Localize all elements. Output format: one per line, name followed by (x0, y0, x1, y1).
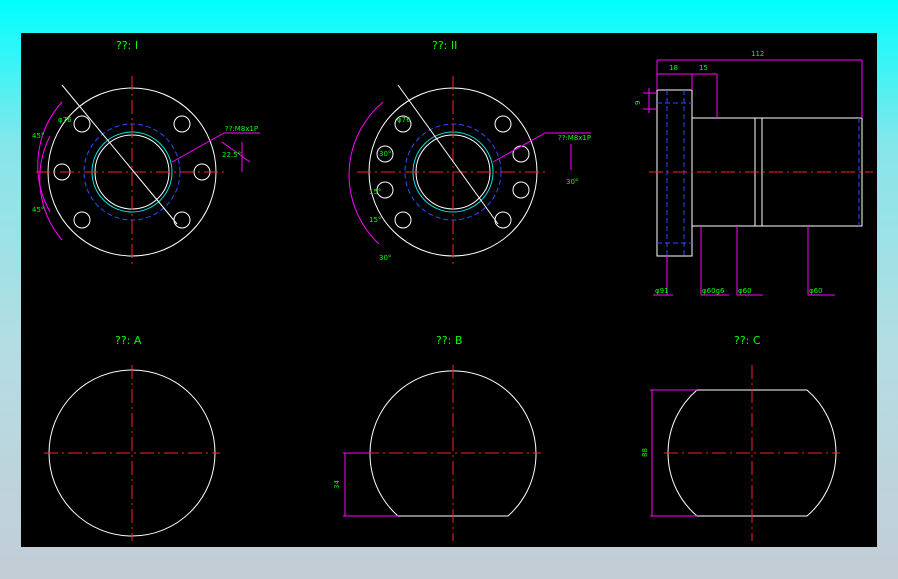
dim-text: φ76 (58, 116, 72, 124)
bolt-hole (173, 115, 191, 133)
view-a-section (44, 365, 220, 541)
dim-text: 22.5° (222, 151, 241, 159)
cad-drawing: φ76 ??:M8x1P 45° 45° 22.5° ??: I φ76 ??:… (32, 39, 873, 541)
dim-text: 88 (641, 448, 649, 457)
dim-text: 15° (369, 216, 381, 224)
dim-text: ??:M8x1P (225, 125, 258, 133)
side-view: 112 18 15 9 φ91 φ60g6 φ60 φ60 (634, 50, 873, 296)
dim-text: 45° (32, 206, 44, 214)
view-label: ??: C (734, 334, 761, 347)
bolt-hole (494, 211, 512, 229)
view-i-flange-front: φ76 ??:M8x1P 45° 45° 22.5° (32, 76, 260, 268)
view-ii-flange-front: φ76 ??:M8x1P 30° 15° 15° 30° 30° (348, 76, 591, 268)
dim-text: 30° (379, 150, 391, 158)
thread-leader (492, 132, 546, 163)
bolt-hole (394, 211, 412, 229)
bolt-hole (512, 145, 530, 163)
dim-text: 15° (369, 188, 381, 196)
bolt-hole (73, 211, 91, 229)
dim-text: 30° (566, 178, 578, 186)
dim-text: φ60g6 (702, 287, 725, 295)
view-c-section: 88 (641, 365, 840, 541)
bolt-hole (73, 115, 91, 133)
view-label: ??: II (432, 39, 457, 52)
bolt-hole (173, 211, 191, 229)
flange-section (656, 89, 693, 257)
bolt-hole (512, 181, 530, 199)
bolt-hole (494, 115, 512, 133)
dim-text: 18 (669, 64, 678, 72)
view-b-section: 34 (333, 365, 541, 541)
dim-text: 30° (379, 254, 391, 262)
dim-text: 34 (333, 480, 341, 489)
dim-text: 15 (699, 64, 708, 72)
leader-line (397, 84, 499, 225)
dim-text: φ91 (655, 287, 669, 295)
dim-text: φ60 (738, 287, 752, 295)
view-label: ??: I (116, 39, 138, 52)
dim-text: φ76 (397, 116, 411, 124)
cad-drawing-canvas[interactable]: φ76 ??:M8x1P 45° 45° 22.5° ??: I φ76 ??:… (21, 33, 877, 547)
dim-text: 112 (751, 50, 764, 58)
dim-text: ??:M8x1P (558, 134, 591, 142)
dim-text: 45° (32, 132, 44, 140)
view-label: ??: A (115, 334, 142, 347)
dim-text: φ60 (809, 287, 823, 295)
dim-text: 9 (634, 101, 642, 105)
view-label: ??: B (436, 334, 462, 347)
thread-leader (171, 132, 225, 163)
leader-line (61, 84, 178, 225)
